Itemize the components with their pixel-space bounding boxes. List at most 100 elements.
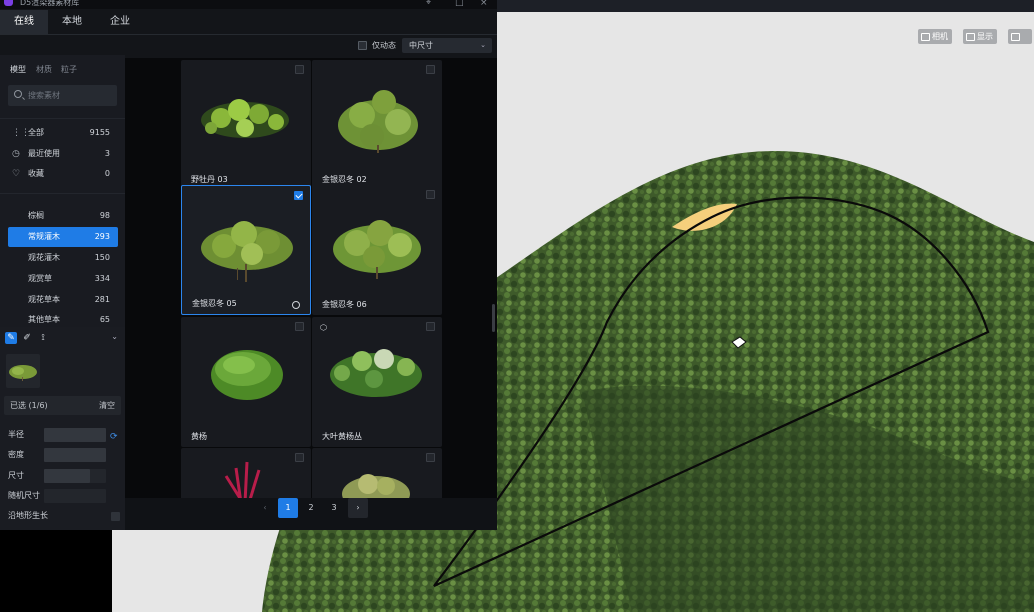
shrub-thumbnail-icon bbox=[330, 349, 422, 397]
brush-toolbar: ✎ ✐ ⟟ bbox=[5, 332, 49, 344]
asset-card[interactable]: 野牡丹 03 bbox=[181, 60, 311, 190]
category-ornamental-grass[interactable]: 观赏草 334 bbox=[8, 269, 118, 289]
search-input[interactable] bbox=[28, 89, 113, 102]
shrub-thumbnail-icon bbox=[342, 474, 410, 498]
asset-checkbox[interactable] bbox=[426, 322, 435, 331]
display-icon bbox=[966, 32, 975, 41]
nav-item-all[interactable]: ⋮⋮ 全部 9155 bbox=[8, 124, 118, 142]
subtab-particles[interactable]: 粒子 bbox=[61, 64, 77, 75]
pencil-icon[interactable]: ✐ bbox=[21, 332, 33, 344]
downloaded-check-icon bbox=[292, 301, 300, 309]
shrub-thumbnail-icon bbox=[201, 221, 293, 282]
follow-terrain-checkbox[interactable] bbox=[111, 512, 120, 521]
asset-card[interactable] bbox=[312, 448, 442, 498]
subtab-models[interactable]: 模型 bbox=[10, 64, 26, 75]
asset-checkbox[interactable] bbox=[295, 322, 304, 331]
param-random-size: 随机尺寸 bbox=[8, 488, 125, 504]
chevron-down-icon[interactable]: ⌄ bbox=[111, 332, 118, 341]
param-size: 尺寸 bbox=[8, 468, 125, 484]
param-density: 密度 bbox=[8, 447, 125, 463]
density-slider[interactable] bbox=[44, 448, 106, 462]
asset-name: 大叶黄杨丛 bbox=[322, 432, 362, 441]
asset-card[interactable]: 黄杨 bbox=[181, 317, 311, 447]
asset-name: 黄杨 bbox=[191, 432, 207, 441]
prev-page-button[interactable]: ‹ bbox=[255, 498, 275, 518]
brush-icon[interactable]: ✎ bbox=[5, 332, 17, 344]
maximize-icon[interactable]: □ bbox=[455, 0, 464, 8]
close-icon[interactable]: × bbox=[480, 0, 488, 8]
asset-checkbox[interactable] bbox=[426, 190, 435, 199]
asset-name: 野牡丹 03 bbox=[191, 175, 228, 184]
pin-icon[interactable]: ⌖ bbox=[426, 0, 431, 8]
title-bar: D5渲染器素材库 ⌖ □ × bbox=[0, 0, 497, 9]
path-icon[interactable]: ⟟ bbox=[37, 332, 49, 344]
asset-name: 金银忍冬 05 bbox=[192, 299, 237, 308]
main-tab-bar: 在线 本地 企业 bbox=[0, 10, 497, 34]
selected-asset-thumbnail[interactable] bbox=[6, 354, 40, 388]
size-select-value: 中尺寸 bbox=[409, 41, 433, 50]
param-follow-terrain: 沿地形生长 bbox=[8, 511, 48, 520]
tab-online[interactable]: 在线 bbox=[0, 10, 48, 34]
asset-checkbox-checked[interactable] bbox=[294, 191, 303, 200]
chevron-down-icon: ⌄ bbox=[480, 41, 486, 49]
asset-gallery: 野牡丹 03 金银忍冬 02 金银忍冬 05 金银忍冬 06 黄杨 ⬡ 大叶黄杨… bbox=[125, 58, 497, 498]
next-page-button[interactable]: › bbox=[348, 498, 368, 518]
resize-handle[interactable] bbox=[492, 304, 495, 332]
dynamic-only-checkbox[interactable] bbox=[358, 41, 367, 50]
radius-slider[interactable] bbox=[44, 428, 106, 442]
selection-row: 已选 (1/6) 清空 bbox=[4, 396, 121, 415]
plant-thumbnail-icon bbox=[224, 461, 261, 498]
size-slider[interactable] bbox=[44, 469, 90, 483]
divider bbox=[0, 118, 125, 119]
asset-name: 金银忍冬 02 bbox=[322, 175, 367, 184]
asset-checkbox[interactable] bbox=[295, 453, 304, 462]
tab-local[interactable]: 本地 bbox=[48, 10, 96, 34]
tab-divider bbox=[0, 34, 497, 35]
camera-button[interactable]: 相机 bbox=[918, 29, 952, 44]
search-icon bbox=[14, 90, 22, 98]
layout-button[interactable] bbox=[1008, 29, 1032, 44]
asset-card-selected[interactable]: 金银忍冬 05 bbox=[181, 185, 311, 315]
filter-row: 仅动态 中尺寸 ⌄ bbox=[125, 36, 497, 56]
asset-checkbox[interactable] bbox=[426, 453, 435, 462]
asset-checkbox[interactable] bbox=[295, 65, 304, 74]
clear-button[interactable]: 清空 bbox=[99, 396, 115, 415]
sync-icon[interactable]: ⟳ bbox=[110, 432, 118, 442]
viewport-top-toolbar bbox=[497, 0, 1034, 12]
dynamic-model-icon: ⬡ bbox=[320, 323, 327, 332]
page-2-button[interactable]: 2 bbox=[301, 498, 321, 518]
size-select[interactable]: 中尺寸 ⌄ bbox=[402, 38, 492, 53]
asset-library-panel: D5渲染器素材库 ⌖ □ × 在线 本地 企业 仅动态 中尺寸 ⌄ 模型 材质 … bbox=[0, 0, 497, 530]
asset-card[interactable] bbox=[181, 448, 311, 498]
asset-checkbox[interactable] bbox=[426, 65, 435, 74]
random-size-slider[interactable] bbox=[44, 489, 106, 503]
brush-panel: ✎ ✐ ⟟ ⌄ 已选 (1/6) 清空 半径 ⟳ 密度 尺寸 随机尺寸 沿地形生… bbox=[0, 327, 125, 530]
nav-item-recent[interactable]: ◷ 最近使用 3 bbox=[8, 145, 118, 163]
pagination: ‹ 1 2 3 › bbox=[125, 498, 497, 530]
category-flowering-herb[interactable]: 观花草本 281 bbox=[8, 290, 118, 310]
page-3-button[interactable]: 3 bbox=[324, 498, 344, 518]
subtab-materials[interactable]: 材质 bbox=[36, 64, 52, 75]
asset-card[interactable]: 金银忍冬 02 bbox=[312, 60, 442, 190]
asset-card[interactable]: 金银忍冬 06 bbox=[312, 185, 442, 315]
display-button[interactable]: 显示 bbox=[963, 29, 997, 44]
shrub-thumbnail-icon bbox=[338, 90, 418, 153]
tab-enterprise[interactable]: 企业 bbox=[96, 10, 144, 34]
shrub-thumbnail-icon bbox=[201, 99, 289, 138]
category-common-shrub[interactable]: 常规灌木 293 bbox=[8, 227, 118, 247]
shrub-thumbnail-icon bbox=[211, 350, 283, 400]
asset-card[interactable]: ⬡ 大叶黄杨丛 bbox=[312, 317, 442, 447]
nav-item-favorites[interactable]: ♡ 收藏 0 bbox=[8, 165, 118, 183]
category-flowering-shrub[interactable]: 观花灌木 150 bbox=[8, 248, 118, 268]
param-radius: 半径 bbox=[8, 427, 125, 443]
search-box[interactable] bbox=[8, 85, 117, 106]
shrub-thumbnail-icon bbox=[9, 365, 37, 381]
app-title: D5渲染器素材库 bbox=[20, 0, 80, 7]
divider bbox=[0, 193, 125, 194]
app-logo bbox=[4, 0, 13, 6]
layout-icon bbox=[1011, 32, 1020, 41]
asset-name: 金银忍冬 06 bbox=[322, 300, 367, 309]
page-1-button[interactable]: 1 bbox=[278, 498, 298, 518]
category-palm[interactable]: 棕榈 98 bbox=[8, 206, 118, 226]
clock-icon: ◷ bbox=[12, 149, 20, 159]
